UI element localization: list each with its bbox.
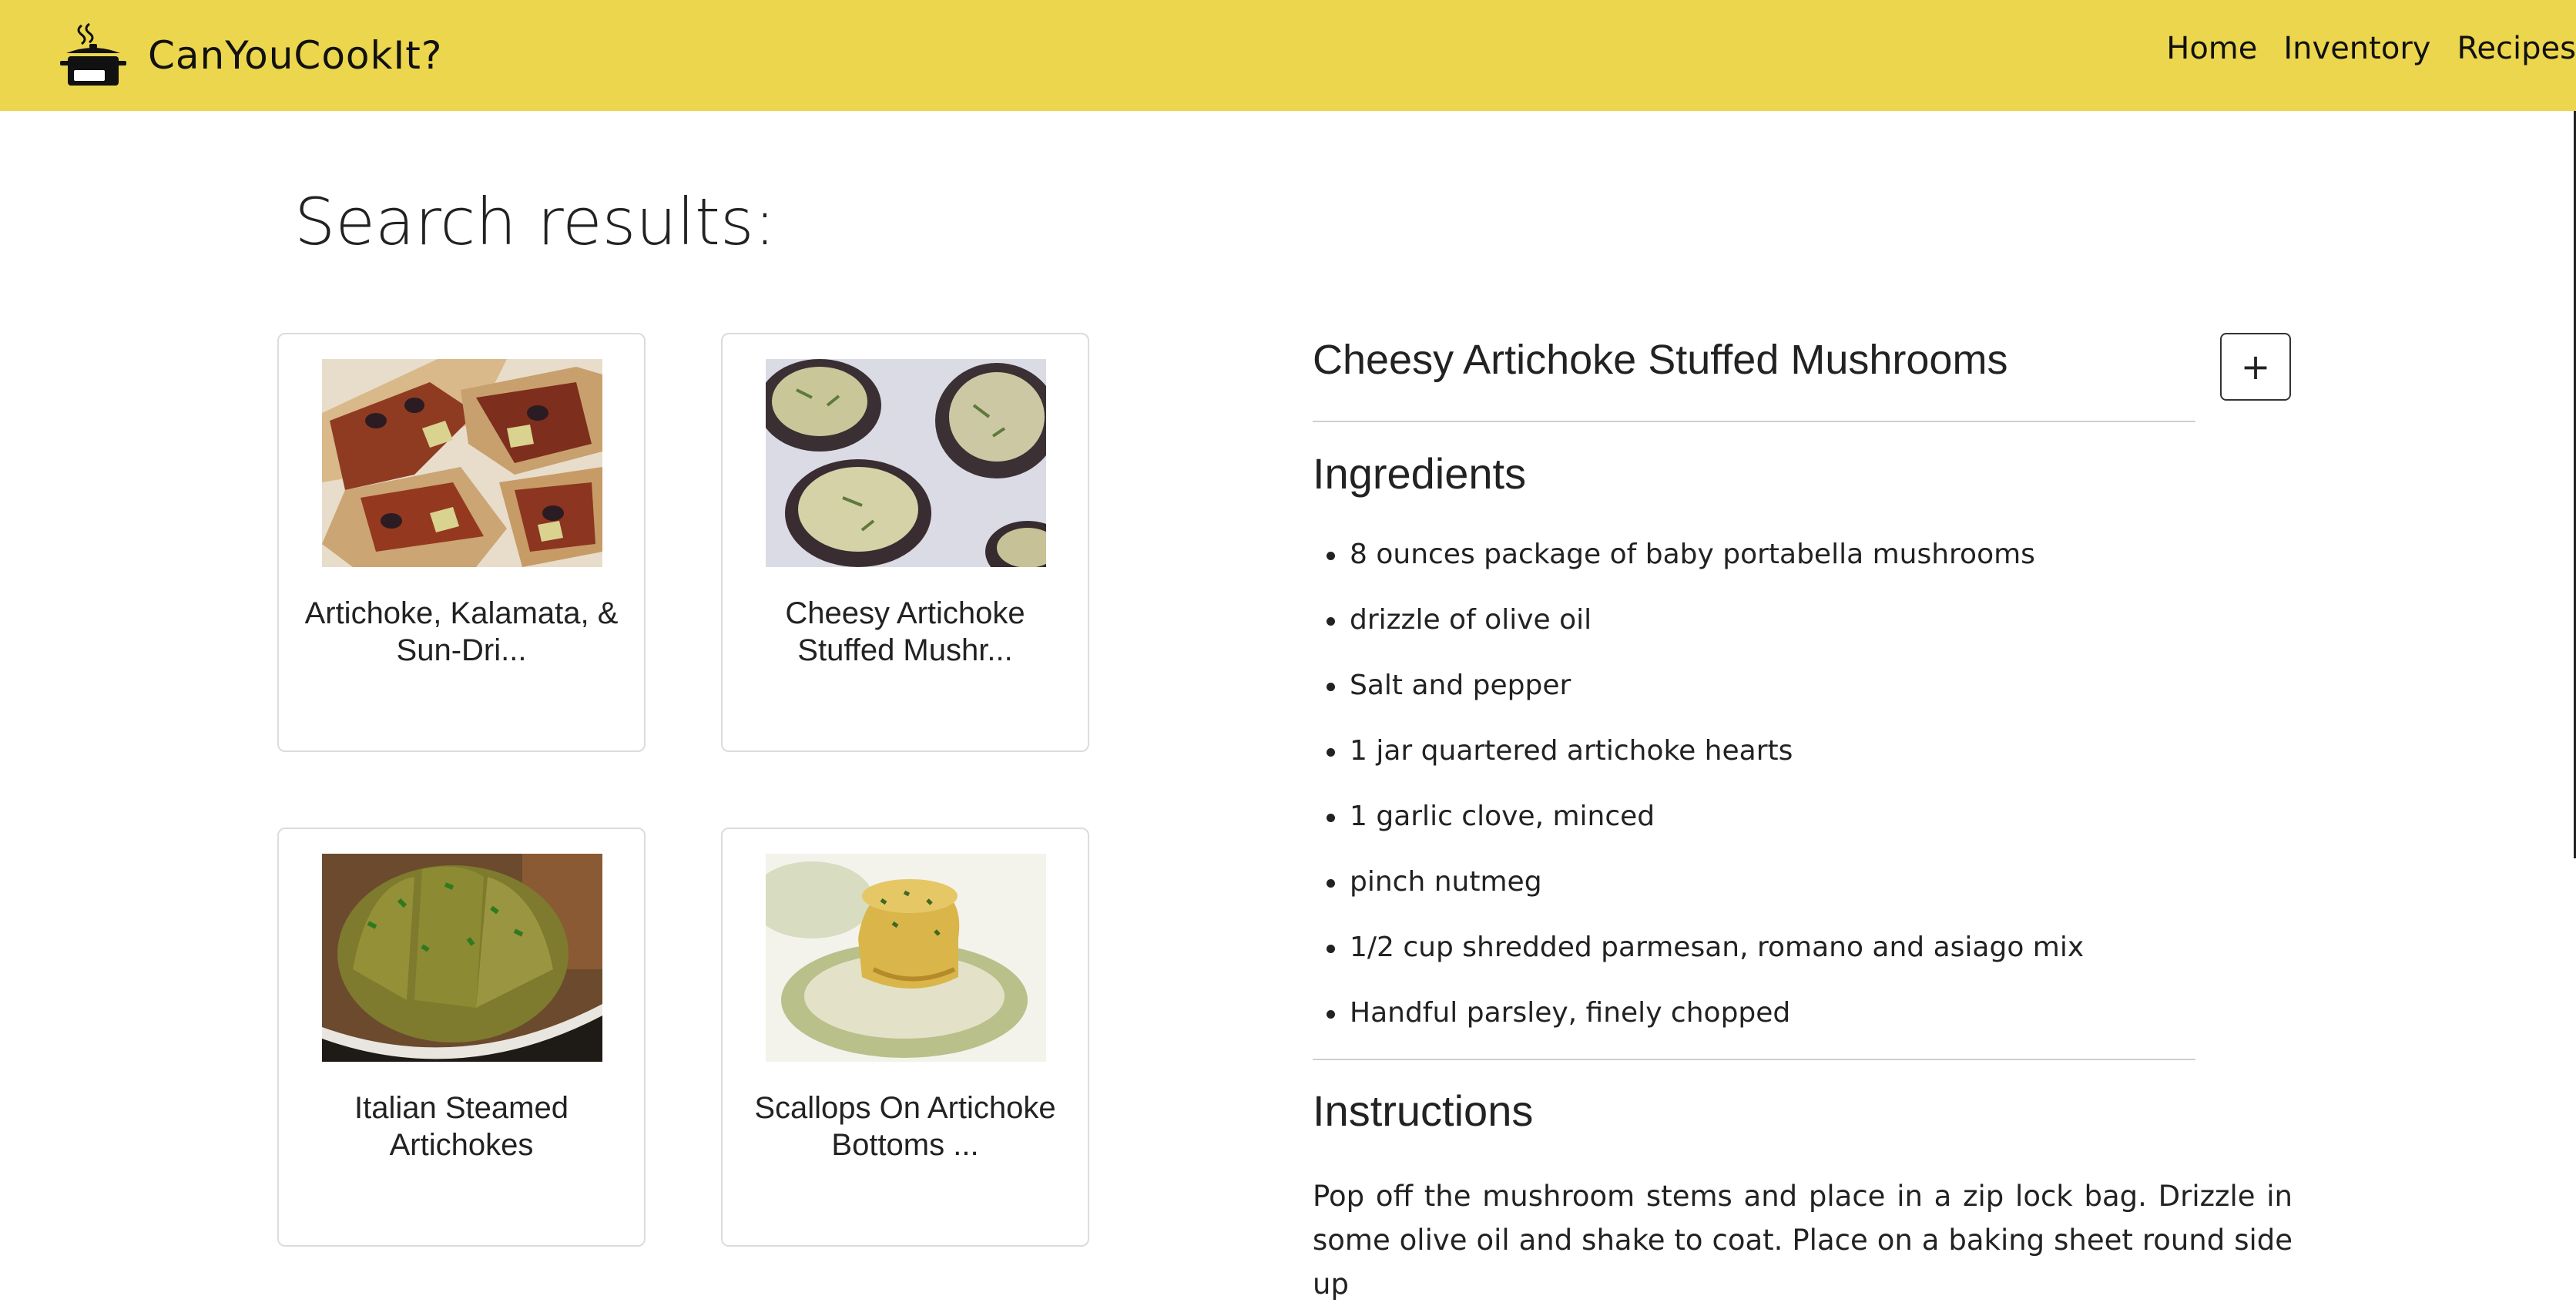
ingredients-heading: Ingredients bbox=[1313, 449, 1527, 498]
nav-home-link[interactable]: Home bbox=[2166, 31, 2257, 66]
ingredient-item: Handful parsley, finely chopped bbox=[1313, 990, 2084, 1056]
recipe-image bbox=[322, 359, 602, 567]
ingredient-item: 1 jar quartered artichoke hearts bbox=[1313, 728, 2084, 794]
recipe-detail-title: Cheesy Artichoke Stuffed Mushrooms bbox=[1313, 337, 2008, 383]
ingredient-item: 8 ounces package of baby portabella mush… bbox=[1313, 532, 2084, 597]
ingredient-item: drizzle of olive oil bbox=[1313, 597, 2084, 663]
recipe-card-title: Artichoke, Kalamata, & Sun-Dri... bbox=[304, 596, 619, 667]
recipe-card[interactable]: Scallops On Artichoke Bottoms ... bbox=[721, 828, 1089, 1247]
recipe-card[interactable]: Italian Steamed Artichokes bbox=[277, 828, 646, 1247]
nav-recipes-link[interactable]: Recipes bbox=[2457, 31, 2576, 66]
ingredient-item: Salt and pepper bbox=[1313, 663, 2084, 728]
divider bbox=[1313, 421, 2195, 422]
nav-inventory-link[interactable]: Inventory bbox=[2283, 31, 2430, 66]
main-nav: Home Inventory Recipes bbox=[2166, 31, 2576, 66]
instructions-heading: Instructions bbox=[1313, 1086, 1534, 1135]
instructions-text: Pop off the mushroom stems and place in … bbox=[1313, 1180, 2293, 1301]
ingredient-item: 1/2 cup shredded parmesan, romano and as… bbox=[1313, 925, 2084, 990]
recipe-card-title: Cheesy Artichoke Stuffed Mushr... bbox=[785, 596, 1025, 667]
cooking-pot-icon bbox=[60, 22, 126, 86]
divider bbox=[1313, 1059, 2195, 1060]
ingredient-item: pinch nutmeg bbox=[1313, 859, 2084, 925]
recipe-card[interactable]: Artichoke, Kalamata, & Sun-Dri... bbox=[277, 333, 646, 752]
recipe-image bbox=[322, 854, 602, 1062]
recipe-image bbox=[766, 854, 1046, 1062]
ingredients-list: 8 ounces package of baby portabella mush… bbox=[1313, 532, 2084, 1056]
page-title: Search results: bbox=[294, 184, 776, 260]
recipe-card[interactable]: Cheesy Artichoke Stuffed Mushr... bbox=[721, 333, 1089, 752]
recipe-card-title: Italian Steamed Artichokes bbox=[354, 1091, 569, 1162]
recipe-image bbox=[766, 359, 1046, 567]
top-navbar: CanYouCookIt? Home Inventory Recipes bbox=[0, 0, 2576, 111]
recipe-card-title: Scallops On Artichoke Bottoms ... bbox=[754, 1091, 1056, 1162]
app-name: CanYouCookIt? bbox=[148, 33, 443, 78]
ingredient-item: 1 garlic clove, minced bbox=[1313, 794, 2084, 859]
add-recipe-button[interactable]: + bbox=[2220, 333, 2291, 401]
brand-logo[interactable]: CanYouCookIt? bbox=[59, 17, 442, 94]
